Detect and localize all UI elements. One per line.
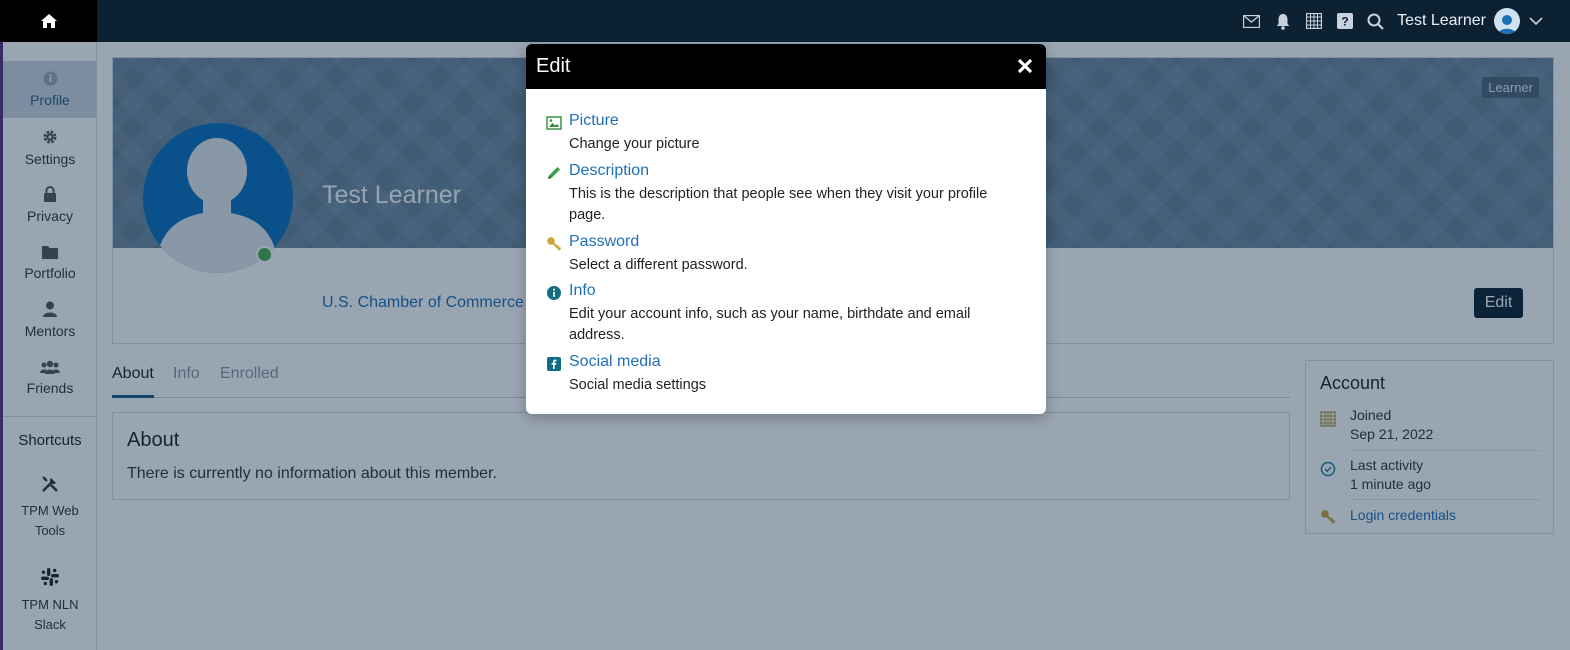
option-description: Change your picture [569, 136, 700, 152]
top-bar: ? Test Learner [0, 0, 1570, 42]
option-description: Edit your account info, such as your nam… [569, 306, 971, 343]
key-icon [547, 237, 562, 251]
calendar-icon [1305, 13, 1322, 29]
edit-option-social-media[interactable]: Social media Social media settings [546, 353, 1026, 397]
calendar-button[interactable] [1298, 0, 1329, 42]
notifications-button[interactable] [1267, 0, 1298, 42]
modal-close-button[interactable] [1014, 55, 1036, 77]
user-menu-toggle[interactable] [1524, 0, 1548, 42]
avatar[interactable] [1494, 8, 1520, 34]
svg-text:?: ? [1341, 15, 1348, 29]
bell-icon [1276, 13, 1290, 30]
help-icon: ? [1336, 13, 1353, 29]
edit-modal: Edit Picture Change your picture Descrip… [526, 44, 1046, 414]
user-avatar-icon [1498, 15, 1516, 34]
chevron-down-icon [1529, 17, 1543, 25]
image-icon [546, 116, 562, 130]
option-description: This is the description that people see … [569, 186, 988, 223]
close-icon [1017, 58, 1033, 74]
option-description: Social media settings [569, 377, 707, 393]
option-title[interactable]: Social media [569, 353, 661, 371]
help-button[interactable]: ? [1329, 0, 1360, 42]
option-title[interactable]: Password [569, 233, 639, 251]
edit-option-info[interactable]: Info Edit your account info, such as you… [546, 282, 1026, 346]
modal-header: Edit [526, 44, 1046, 89]
facebook-icon [547, 357, 561, 371]
search-icon [1367, 13, 1384, 30]
home-icon [40, 14, 57, 28]
option-title[interactable]: Info [569, 282, 596, 300]
search-button[interactable] [1360, 0, 1391, 42]
option-description: Select a different password. [569, 257, 748, 273]
mail-icon [1243, 14, 1261, 28]
messages-button[interactable] [1236, 0, 1267, 42]
edit-option-description[interactable]: Description This is the description that… [546, 162, 1026, 226]
modal-title: Edit [536, 55, 571, 77]
pencil-icon [548, 167, 560, 179]
user-menu-name[interactable]: Test Learner [1397, 12, 1486, 30]
option-title[interactable]: Description [569, 162, 649, 180]
info-icon [547, 286, 561, 300]
option-title[interactable]: Picture [569, 112, 619, 130]
edit-option-password[interactable]: Password Select a different password. [546, 233, 1026, 277]
home-button[interactable] [0, 0, 97, 42]
edit-option-picture[interactable]: Picture Change your picture [546, 112, 1026, 156]
